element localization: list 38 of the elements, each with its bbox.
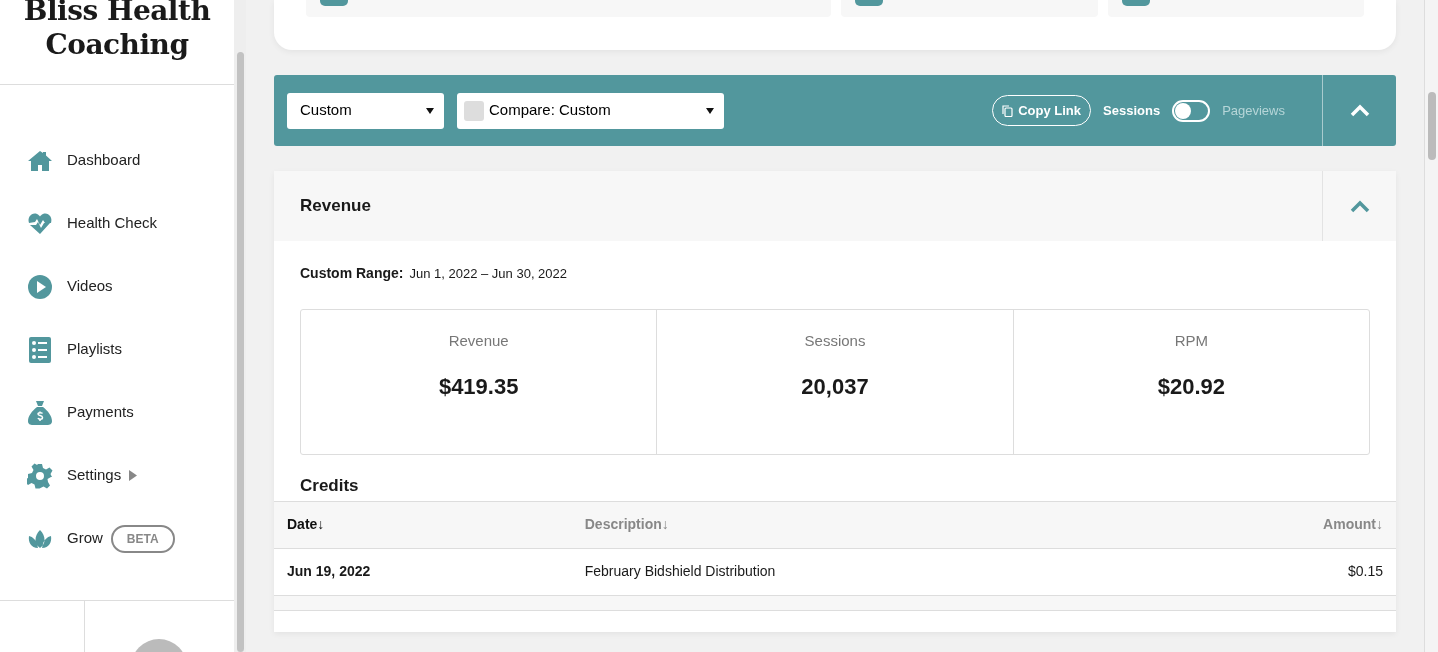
stat-value: $419.35	[437, 372, 520, 401]
sidebar-item[interactable]: Dashboard	[0, 129, 234, 192]
section-title: Credits	[299, 475, 360, 497]
chevron-up-icon	[1349, 104, 1370, 117]
beta-badge: BETA	[110, 524, 175, 553]
sidebar-item[interactable]: Videos	[0, 255, 234, 318]
stat-label: RPM	[1173, 331, 1209, 351]
caret-icon	[706, 107, 714, 114]
list-icon	[27, 336, 53, 363]
toggle-label: Sessions	[1103, 101, 1161, 120]
sidebar-item[interactable]: Grow BETA	[0, 507, 234, 570]
range-value: Jun 1, 2022 – Jun 30, 2022	[409, 265, 568, 283]
toggle-label: Pageviews	[1222, 101, 1285, 120]
play-icon	[27, 273, 53, 300]
column-header[interactable]: Date↓	[287, 516, 325, 532]
sidebar-item[interactable]: Playlists	[0, 318, 234, 381]
range-label: Custom Range:	[300, 264, 404, 283]
toggle-switch[interactable]	[1172, 99, 1211, 122]
sidebar-item[interactable]: Health Check	[0, 192, 234, 255]
stat-label: Revenue	[447, 331, 510, 351]
stat-value: 20,037	[800, 372, 870, 401]
sidebar-item[interactable]: Payments	[0, 381, 234, 444]
scrollbar-thumb[interactable]	[236, 52, 244, 652]
stat-label: Sessions	[803, 331, 867, 351]
money-bag-icon	[27, 399, 53, 426]
stat-value: $20.92	[1156, 372, 1226, 401]
table-cell: $0.15	[1347, 563, 1383, 579]
copy-icon	[1002, 104, 1014, 117]
table-cell: February Bidshield Distribution	[584, 563, 776, 579]
compare-dropdown[interactable]: Compare: Custom	[457, 92, 724, 129]
settings-icon	[27, 462, 53, 489]
table-cell: Jun 19, 2022	[287, 563, 371, 579]
caret-icon	[426, 107, 434, 114]
chevron-up-icon	[1349, 199, 1370, 213]
panel-title: Revenue	[299, 195, 371, 218]
range-dropdown[interactable]: Custom	[287, 92, 444, 129]
sidebar-item[interactable]: Settings	[0, 444, 234, 507]
scrollbar-thumb[interactable]	[1427, 92, 1436, 160]
